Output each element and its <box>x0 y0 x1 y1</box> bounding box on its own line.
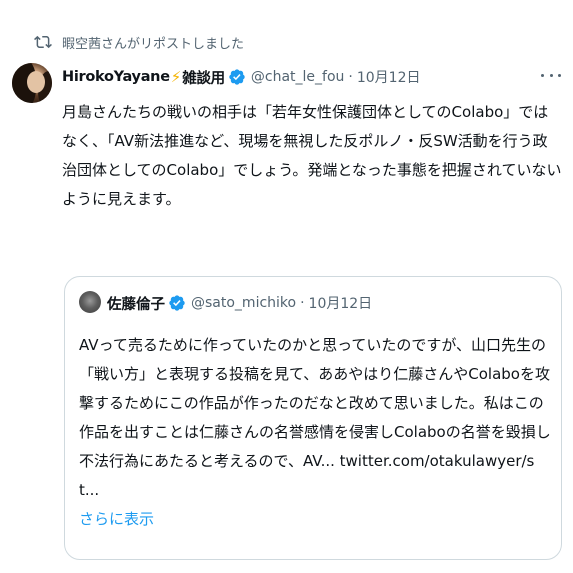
separator-dot: · <box>300 295 305 311</box>
repost-icon <box>34 35 52 49</box>
more-options-icon[interactable] <box>541 70 561 80</box>
author-name[interactable]: HirokoYayane <box>62 69 170 85</box>
quoted-tweet-body: AVって売るために作っていたのかと思っていたのですが、山口先生の「戦い方」と表現… <box>79 336 551 499</box>
quoted-author-name[interactable]: 佐藤倫子 <box>107 293 165 314</box>
tweet-text: 月島さんたちの戦いの相手は「若年女性保護団体としてのColabo」ではなく、「A… <box>62 103 562 208</box>
repost-indicator[interactable]: 暇空茜さんがリポストしました <box>34 31 244 53</box>
quoted-tweet-header: 佐藤倫子 @sato_michiko · 10月12日 <box>107 292 372 314</box>
author-name-suffix[interactable]: 雑談用 <box>182 67 225 88</box>
quoted-author-handle[interactable]: @sato_michiko <box>191 295 296 311</box>
author-handle[interactable]: @chat_le_fou <box>251 69 345 85</box>
quoted-tweet-text: AVって売るために作っていたのかと思っていたのですが、山口先生の「戦い方」と表現… <box>79 331 551 534</box>
author-avatar[interactable] <box>12 63 52 103</box>
show-more-link[interactable]: さらに表示 <box>79 510 154 528</box>
tweet-header: HirokoYayane ⚡ 雑談用 @chat_le_fou · 10月12日 <box>62 66 421 88</box>
lightning-emoji: ⚡ <box>170 68 182 86</box>
quoted-author-avatar[interactable] <box>79 291 101 313</box>
tweet-date[interactable]: 10月12日 <box>357 67 421 87</box>
verified-badge-icon[interactable] <box>228 68 246 86</box>
verified-badge-icon[interactable] <box>168 294 186 312</box>
quoted-tweet-date[interactable]: 10月12日 <box>309 293 373 313</box>
repost-label: 暇空茜さんがリポストしました <box>62 36 245 52</box>
quoted-tweet[interactable]: 佐藤倫子 @sato_michiko · 10月12日 AVって売るために作って… <box>64 276 562 560</box>
separator-dot: · <box>348 69 353 85</box>
